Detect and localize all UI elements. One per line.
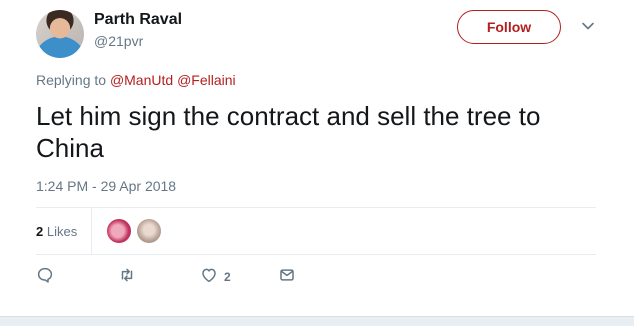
avatar[interactable] (36, 10, 84, 58)
likes-count: 2 (36, 223, 44, 239)
tweet-actions: 2 (36, 262, 596, 292)
likes-stat[interactable]: 2 Likes (36, 224, 77, 239)
retweet-icon (118, 266, 136, 289)
tweet-stats: 2 Likes (36, 208, 596, 254)
like-button[interactable]: 2 (200, 262, 231, 292)
author-handle[interactable]: @21pvr (94, 33, 143, 49)
liker-avatar[interactable] (106, 218, 133, 244)
chevron-down-icon[interactable] (580, 18, 596, 34)
divider (36, 254, 596, 255)
divider (91, 208, 93, 254)
likes-label: Likes (46, 223, 78, 239)
message-icon (278, 266, 296, 289)
tweet-text: Let him sign the contract and sell the t… (36, 101, 541, 163)
heart-icon (200, 266, 218, 289)
retweet-button[interactable] (118, 262, 136, 292)
mention-link[interactable]: @ManUtd (110, 72, 173, 88)
follow-button[interactable]: Follow (457, 10, 561, 44)
mention-link[interactable]: @Fellaini (177, 72, 236, 88)
reply-prefix: Replying to (36, 72, 107, 88)
direct-message-button[interactable] (278, 262, 296, 292)
reply-icon (36, 266, 54, 289)
author-name[interactable]: Parth Raval (94, 11, 182, 29)
liker-avatar[interactable] (136, 218, 163, 244)
like-count: 2 (224, 270, 231, 284)
reply-button[interactable] (36, 262, 54, 292)
reply-context: Replying to @ManUtd @Fellaini (36, 72, 236, 88)
tweet-timestamp[interactable]: 1:24 PM - 29 Apr 2018 (36, 178, 176, 194)
